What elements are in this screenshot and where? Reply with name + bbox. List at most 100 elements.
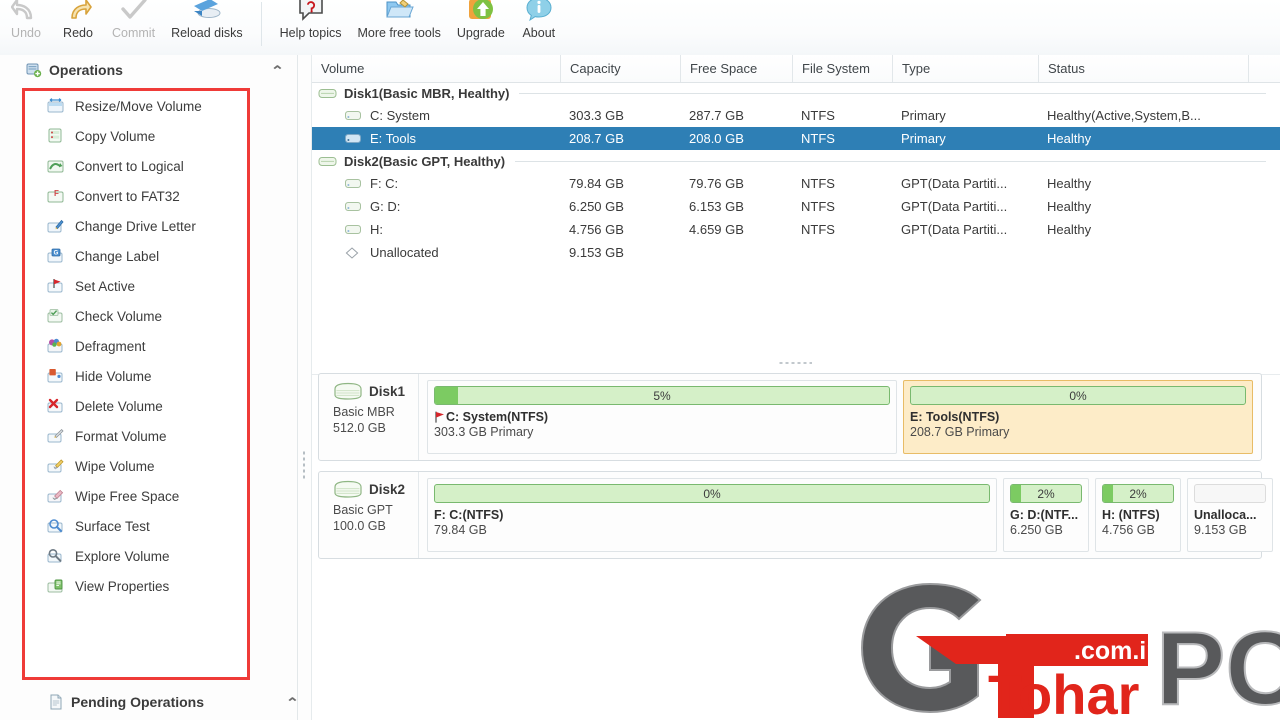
- pending-operations-header[interactable]: Pending Operations ⌃: [22, 687, 312, 717]
- sidebar-item-label: Convert to Logical: [75, 158, 184, 174]
- redo-button[interactable]: Redo: [52, 0, 104, 52]
- disk-map-info: Disk1 Basic MBR 512.0 GB: [319, 374, 419, 460]
- cell-type: Primary: [901, 131, 946, 146]
- sidebar-item-view-properties[interactable]: View Properties: [25, 571, 247, 601]
- partition-block[interactable]: 0% F: C:(NTFS) 79.84 GB: [427, 478, 997, 552]
- reload-disks-icon: [192, 0, 222, 24]
- undo-label: Undo: [11, 26, 41, 40]
- toolbar-group-help: Help topics More free tools Upgrade Abou…: [272, 0, 565, 55]
- surface-test-icon: [47, 518, 64, 534]
- operations-panel-header[interactable]: Operations ⌃: [0, 55, 297, 85]
- more-free-tools-button[interactable]: More free tools: [349, 0, 448, 52]
- partition-block[interactable]: Unalloca... 9.153 GB: [1187, 478, 1273, 552]
- sidebar-item-label: Delete Volume: [75, 398, 163, 414]
- wipe-free-space-icon: [47, 488, 64, 504]
- chevron-up-icon[interactable]: ⌃: [271, 64, 285, 77]
- sidebar-item-set-active[interactable]: Set Active: [25, 271, 247, 301]
- hide-volume-icon: [47, 368, 64, 384]
- watermark-brand-pc: PC: [1156, 611, 1280, 720]
- table-row[interactable]: C: System 303.3 GB 287.7 GB NTFS Primary…: [312, 104, 1280, 127]
- undo-button[interactable]: Undo: [0, 0, 52, 52]
- cell-capacity: 303.3 GB: [569, 108, 624, 123]
- check-volume-icon: [47, 308, 64, 324]
- disk-group-row[interactable]: Disk2(Basic GPT, Healthy): [312, 150, 1280, 172]
- cell-volume: C: System: [312, 108, 560, 123]
- partition-sub: 9.153 GB: [1194, 523, 1247, 537]
- sidebar-item-copy-volume[interactable]: Copy Volume: [25, 121, 247, 151]
- sidebar-item-change-label[interactable]: G Change Label: [25, 241, 247, 271]
- about-label: About: [522, 26, 556, 40]
- vertical-splitter[interactable]: [298, 55, 312, 720]
- partition-sub: 4.756 GB: [1102, 523, 1155, 537]
- table-row[interactable]: E: Tools 208.7 GB 208.0 GB NTFS Primary …: [312, 127, 1280, 150]
- cell-status: Healthy: [1047, 222, 1092, 237]
- sidebar-item-hide-volume[interactable]: Hide Volume: [25, 361, 247, 391]
- table-row[interactable]: H: 4.756 GB 4.659 GB NTFS GPT(Data Parti…: [312, 218, 1280, 241]
- pending-operations-icon: [48, 694, 64, 710]
- upgrade-arrow-icon: [466, 0, 496, 24]
- column-header-spacer: [1248, 55, 1280, 82]
- splitter-grip-dots: [778, 361, 812, 365]
- site-watermark: Tohar .com.in PC: [838, 578, 1280, 720]
- sidebar-item-wipe-free-space[interactable]: Wipe Free Space: [25, 481, 247, 511]
- toolbar-divider: [260, 2, 262, 46]
- cell-volume-text: E: Tools: [370, 131, 417, 146]
- disk-map-card[interactable]: Disk1 Basic MBR 512.0 GB 5% C: System(NT…: [318, 373, 1262, 461]
- commit-button[interactable]: Commit: [104, 0, 163, 52]
- sidebar-item-format-volume[interactable]: Format Volume: [25, 421, 247, 451]
- cell-volume-text: Unallocated: [370, 245, 439, 260]
- cell-volume: E: Tools: [312, 131, 560, 146]
- cell-volume-text: C: System: [370, 108, 430, 123]
- disk-map-card[interactable]: Disk2 Basic GPT 100.0 GB 0% F: C:(NTFS) …: [318, 471, 1273, 559]
- svg-text:G: G: [54, 251, 59, 257]
- column-header-file-system[interactable]: File System: [792, 55, 892, 82]
- delete-volume-icon: [47, 398, 64, 414]
- about-button[interactable]: About: [513, 0, 565, 52]
- volume-icon: [345, 133, 362, 145]
- partition-block[interactable]: 0% E: Tools(NTFS) 208.7 GB Primary: [903, 380, 1253, 454]
- defragment-icon: [47, 338, 64, 354]
- partition-block[interactable]: 2% G: D:(NTF... 6.250 GB: [1003, 478, 1089, 552]
- table-row[interactable]: Unallocated 9.153 GB: [312, 241, 1280, 264]
- column-header-status[interactable]: Status: [1038, 55, 1248, 82]
- usage-percent: 2%: [1037, 486, 1055, 501]
- upgrade-button[interactable]: Upgrade: [449, 0, 513, 52]
- sidebar-item-defragment[interactable]: Defragment: [25, 331, 247, 361]
- partition-block[interactable]: 5% C: System(NTFS) 303.3 GB Primary: [427, 380, 897, 454]
- column-header-volume[interactable]: Volume: [312, 55, 560, 82]
- partition-name: H: (NTFS): [1102, 508, 1160, 522]
- sidebar-item-convert-to-logical[interactable]: Convert to Logical: [25, 151, 247, 181]
- table-row[interactable]: F: C: 79.84 GB 79.76 GB NTFS GPT(Data Pa…: [312, 172, 1280, 195]
- column-header-capacity[interactable]: Capacity: [560, 55, 680, 82]
- sidebar-item-label: View Properties: [75, 578, 170, 594]
- cell-volume: Unallocated: [312, 245, 560, 260]
- partition-sub: 208.7 GB Primary: [910, 425, 1010, 439]
- usage-percent: 0%: [1069, 388, 1087, 403]
- disk-group-rule: [519, 92, 1266, 94]
- sidebar-item-label: Check Volume: [75, 308, 163, 324]
- disk-group-row[interactable]: Disk1(Basic MBR, Healthy): [312, 82, 1280, 104]
- partition-block[interactable]: 2% H: (NTFS) 4.756 GB: [1095, 478, 1181, 552]
- help-topics-button[interactable]: Help topics: [272, 0, 350, 52]
- partition-name-text: C: System(NTFS): [446, 410, 549, 424]
- reload-disks-button[interactable]: Reload disks: [163, 0, 251, 52]
- sidebar-item-delete-volume[interactable]: Delete Volume: [25, 391, 247, 421]
- column-header-free-space[interactable]: Free Space: [680, 55, 792, 82]
- sidebar-item-convert-to-fat32[interactable]: F Convert to FAT32: [25, 181, 247, 211]
- table-row[interactable]: G: D: 6.250 GB 6.153 GB NTFS GPT(Data Pa…: [312, 195, 1280, 218]
- sidebar-item-check-volume[interactable]: Check Volume: [25, 301, 247, 331]
- sidebar-item-explore-volume[interactable]: Explore Volume: [25, 541, 247, 571]
- sidebar-item-resize-move-volume[interactable]: Resize/Move Volume: [25, 91, 247, 121]
- unallocated-icon: [345, 246, 362, 259]
- sidebar-item-wipe-volume[interactable]: Wipe Volume: [25, 451, 247, 481]
- disk-3d-icon: [333, 382, 363, 400]
- sidebar-item-surface-test[interactable]: Surface Test: [25, 511, 247, 541]
- disk-map-heading: Disk2: [333, 480, 418, 498]
- partition-name: E: Tools(NTFS): [910, 410, 1000, 424]
- sidebar-item-change-drive-letter[interactable]: Change Drive Letter: [25, 211, 247, 241]
- column-header-type[interactable]: Type: [892, 55, 1038, 82]
- volume-table: Volume Capacity Free Space File System T…: [312, 55, 1280, 350]
- horizontal-splitter[interactable]: [312, 353, 1280, 375]
- convert-to-fat32-icon: F: [47, 188, 64, 204]
- volume-table-header: Volume Capacity Free Space File System T…: [312, 55, 1280, 83]
